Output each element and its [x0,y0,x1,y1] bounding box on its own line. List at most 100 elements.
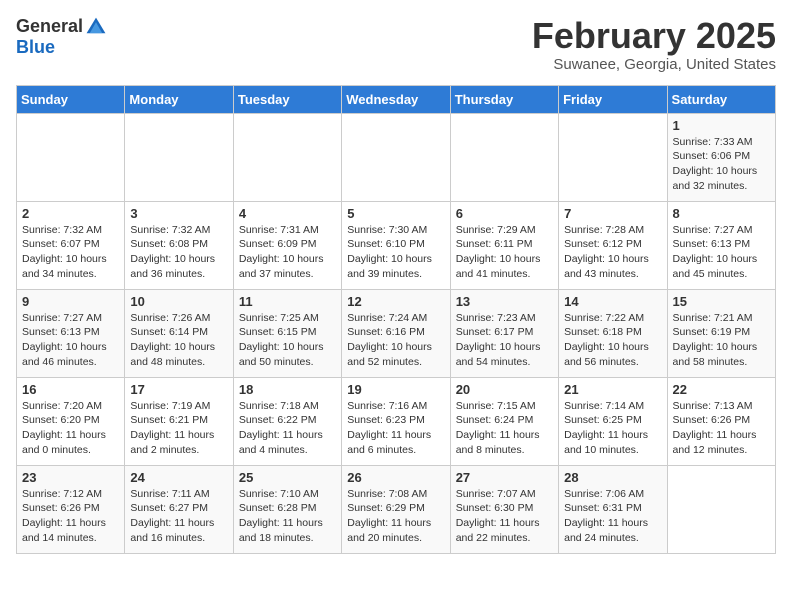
col-header-thursday: Thursday [450,85,558,113]
calendar-cell [17,113,125,201]
calendar-cell [233,113,341,201]
calendar-cell: 5 Sunrise: 7:30 AM Sunset: 6:10 PM Daylig… [342,201,450,289]
col-header-friday: Friday [559,85,667,113]
day-info: Sunrise: 7:32 AM Sunset: 6:08 PM Dayligh… [130,223,227,282]
day-number: 8 [673,206,770,221]
calendar-cell [125,113,233,201]
day-number: 12 [347,294,444,309]
calendar-header-row: SundayMondayTuesdayWednesdayThursdayFrid… [17,85,776,113]
day-info: Sunrise: 7:06 AM Sunset: 6:31 PM Dayligh… [564,487,661,546]
calendar-cell: 1 Sunrise: 7:33 AM Sunset: 6:06 PM Daylig… [667,113,775,201]
calendar-cell [450,113,558,201]
calendar-cell: 8Sunrise: 7:27 AM Sunset: 6:13 PM Daylig… [667,201,775,289]
day-info: Sunrise: 7:16 AM Sunset: 6:23 PM Dayligh… [347,399,444,458]
calendar-week-row: 2Sunrise: 7:32 AM Sunset: 6:07 PM Daylig… [17,201,776,289]
day-info: Sunrise: 7:20 AM Sunset: 6:20 PM Dayligh… [22,399,119,458]
calendar-cell: 2Sunrise: 7:32 AM Sunset: 6:07 PM Daylig… [17,201,125,289]
day-info: Sunrise: 7:07 AM Sunset: 6:30 PM Dayligh… [456,487,553,546]
calendar-cell: 15Sunrise: 7:21 AM Sunset: 6:19 PM Dayli… [667,289,775,377]
day-info: Sunrise: 7:21 AM Sunset: 6:19 PM Dayligh… [673,311,770,370]
day-info: Sunrise: 7:26 AM Sunset: 6:14 PM Dayligh… [130,311,227,370]
day-number: 21 [564,382,661,397]
title-block: February 2025 Suwanee, Georgia, United S… [532,16,776,73]
day-number: 22 [673,382,770,397]
calendar-cell [559,113,667,201]
calendar-cell: 28 Sunrise: 7:06 AM Sunset: 6:31 PM Dayli… [559,465,667,553]
day-info: Sunrise: 7:14 AM Sunset: 6:25 PM Dayligh… [564,399,661,458]
calendar-cell: 17 Sunrise: 7:19 AM Sunset: 6:21 PM Dayli… [125,377,233,465]
day-info: Sunrise: 7:23 AM Sunset: 6:17 PM Dayligh… [456,311,553,370]
day-info: Sunrise: 7:15 AM Sunset: 6:24 PM Dayligh… [456,399,553,458]
calendar-week-row: 1 Sunrise: 7:33 AM Sunset: 6:06 PM Daylig… [17,113,776,201]
day-info: Sunrise: 7:30 AM Sunset: 6:10 PM Dayligh… [347,223,444,282]
day-number: 26 [347,470,444,485]
calendar-cell: 23 Sunrise: 7:12 AM Sunset: 6:26 PM Dayli… [17,465,125,553]
day-number: 1 [673,118,770,133]
calendar-week-row: 9 Sunrise: 7:27 AM Sunset: 6:13 PM Daylig… [17,289,776,377]
calendar-cell: 24 Sunrise: 7:11 AM Sunset: 6:27 PM Dayli… [125,465,233,553]
day-number: 17 [130,382,227,397]
calendar-table: SundayMondayTuesdayWednesdayThursdayFrid… [16,85,776,554]
day-number: 11 [239,294,336,309]
calendar-cell: 10 Sunrise: 7:26 AM Sunset: 6:14 PM Dayli… [125,289,233,377]
day-info: Sunrise: 7:10 AM Sunset: 6:28 PM Dayligh… [239,487,336,546]
day-info: Sunrise: 7:11 AM Sunset: 6:27 PM Dayligh… [130,487,227,546]
calendar-cell: 27Sunrise: 7:07 AM Sunset: 6:30 PM Dayli… [450,465,558,553]
logo-blue-text: Blue [16,37,55,57]
calendar-cell: 20 Sunrise: 7:15 AM Sunset: 6:24 PM Dayli… [450,377,558,465]
calendar-week-row: 16Sunrise: 7:20 AM Sunset: 6:20 PM Dayli… [17,377,776,465]
day-number: 10 [130,294,227,309]
day-number: 6 [456,206,553,221]
calendar-cell: 14Sunrise: 7:22 AM Sunset: 6:18 PM Dayli… [559,289,667,377]
day-info: Sunrise: 7:12 AM Sunset: 6:26 PM Dayligh… [22,487,119,546]
day-number: 28 [564,470,661,485]
col-header-saturday: Saturday [667,85,775,113]
day-number: 9 [22,294,119,309]
calendar-week-row: 23 Sunrise: 7:12 AM Sunset: 6:26 PM Dayli… [17,465,776,553]
day-info: Sunrise: 7:28 AM Sunset: 6:12 PM Dayligh… [564,223,661,282]
day-info: Sunrise: 7:27 AM Sunset: 6:13 PM Dayligh… [22,311,119,370]
day-number: 5 [347,206,444,221]
calendar-cell: 18Sunrise: 7:18 AM Sunset: 6:22 PM Dayli… [233,377,341,465]
day-info: Sunrise: 7:19 AM Sunset: 6:21 PM Dayligh… [130,399,227,458]
day-number: 7 [564,206,661,221]
day-info: Sunrise: 7:08 AM Sunset: 6:29 PM Dayligh… [347,487,444,546]
day-info: Sunrise: 7:25 AM Sunset: 6:15 PM Dayligh… [239,311,336,370]
calendar-cell: 11 Sunrise: 7:25 AM Sunset: 6:15 PM Dayli… [233,289,341,377]
day-info: Sunrise: 7:31 AM Sunset: 6:09 PM Dayligh… [239,223,336,282]
page-header: General Blue February 2025 Suwanee, Geor… [16,16,776,73]
calendar-cell: 21 Sunrise: 7:14 AM Sunset: 6:25 PM Dayli… [559,377,667,465]
day-number: 24 [130,470,227,485]
day-number: 19 [347,382,444,397]
day-number: 4 [239,206,336,221]
day-info: Sunrise: 7:18 AM Sunset: 6:22 PM Dayligh… [239,399,336,458]
day-number: 3 [130,206,227,221]
calendar-cell: 3 Sunrise: 7:32 AM Sunset: 6:08 PM Daylig… [125,201,233,289]
calendar-cell [342,113,450,201]
day-info: Sunrise: 7:24 AM Sunset: 6:16 PM Dayligh… [347,311,444,370]
day-info: Sunrise: 7:33 AM Sunset: 6:06 PM Dayligh… [673,135,770,194]
calendar-cell: 26 Sunrise: 7:08 AM Sunset: 6:29 PM Dayli… [342,465,450,553]
day-info: Sunrise: 7:29 AM Sunset: 6:11 PM Dayligh… [456,223,553,282]
day-number: 13 [456,294,553,309]
calendar-cell: 4 Sunrise: 7:31 AM Sunset: 6:09 PM Daylig… [233,201,341,289]
calendar-cell [667,465,775,553]
calendar-cell: 7 Sunrise: 7:28 AM Sunset: 6:12 PM Daylig… [559,201,667,289]
location-text: Suwanee, Georgia, United States [532,56,776,73]
logo: General Blue [16,16,107,58]
col-header-wednesday: Wednesday [342,85,450,113]
calendar-cell: 9 Sunrise: 7:27 AM Sunset: 6:13 PM Daylig… [17,289,125,377]
calendar-cell: 16Sunrise: 7:20 AM Sunset: 6:20 PM Dayli… [17,377,125,465]
day-number: 23 [22,470,119,485]
calendar-cell: 22 Sunrise: 7:13 AM Sunset: 6:26 PM Dayli… [667,377,775,465]
col-header-monday: Monday [125,85,233,113]
calendar-cell: 19 Sunrise: 7:16 AM Sunset: 6:23 PM Dayli… [342,377,450,465]
calendar-cell: 6 Sunrise: 7:29 AM Sunset: 6:11 PM Daylig… [450,201,558,289]
col-header-tuesday: Tuesday [233,85,341,113]
logo-icon [85,16,107,38]
day-number: 20 [456,382,553,397]
calendar-cell: 13 Sunrise: 7:23 AM Sunset: 6:17 PM Dayli… [450,289,558,377]
calendar-cell: 12 Sunrise: 7:24 AM Sunset: 6:16 PM Dayli… [342,289,450,377]
day-info: Sunrise: 7:13 AM Sunset: 6:26 PM Dayligh… [673,399,770,458]
day-number: 14 [564,294,661,309]
